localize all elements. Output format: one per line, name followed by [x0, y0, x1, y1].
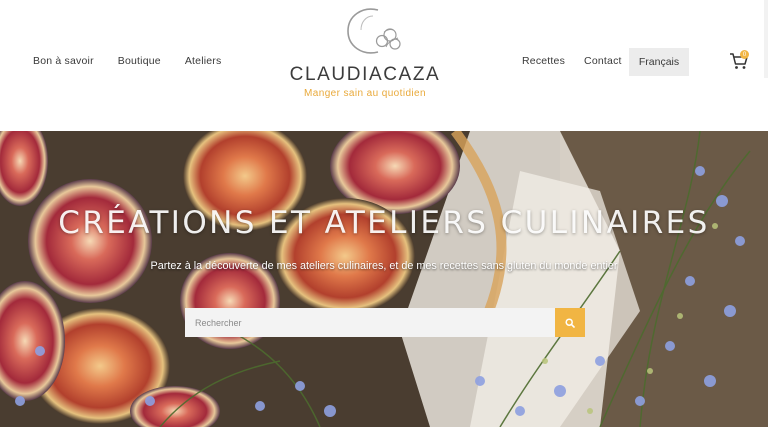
search-button[interactable] — [555, 308, 585, 337]
logo-title: CLAUDIACAZA — [289, 64, 441, 85]
nav-contact[interactable]: Contact — [584, 55, 622, 67]
site-header: Bon à savoir Boutique Ateliers CLAUDIACA… — [0, 0, 768, 131]
nav-ateliers[interactable]: Ateliers — [185, 55, 222, 67]
logo-tagline: Manger sain au quotidien — [304, 88, 426, 99]
nav-boutique[interactable]: Boutique — [118, 55, 161, 67]
logo-mark-icon — [347, 8, 401, 54]
nav-recettes[interactable]: Recettes — [522, 55, 565, 67]
hero-banner: CRÉATIONS ET ATELIERS CULINAIRES Partez … — [0, 131, 768, 427]
hero-subtitle: Partez à la découverte de mes ateliers c… — [150, 260, 618, 272]
language-switcher[interactable]: Français — [629, 48, 689, 76]
primary-nav-left: Bon à savoir Boutique Ateliers — [33, 55, 245, 67]
primary-nav-right: Recettes Contact — [522, 55, 641, 67]
hero-title: CRÉATIONS ET ATELIERS CULINAIRES — [58, 205, 710, 241]
search-input[interactable] — [185, 308, 555, 337]
nav-bon-a-savoir[interactable]: Bon à savoir — [33, 55, 94, 67]
search-icon — [565, 317, 575, 328]
cart-count-badge: 0 — [740, 50, 749, 59]
hero-background-image — [0, 131, 768, 427]
scrollbar[interactable] — [764, 0, 768, 78]
